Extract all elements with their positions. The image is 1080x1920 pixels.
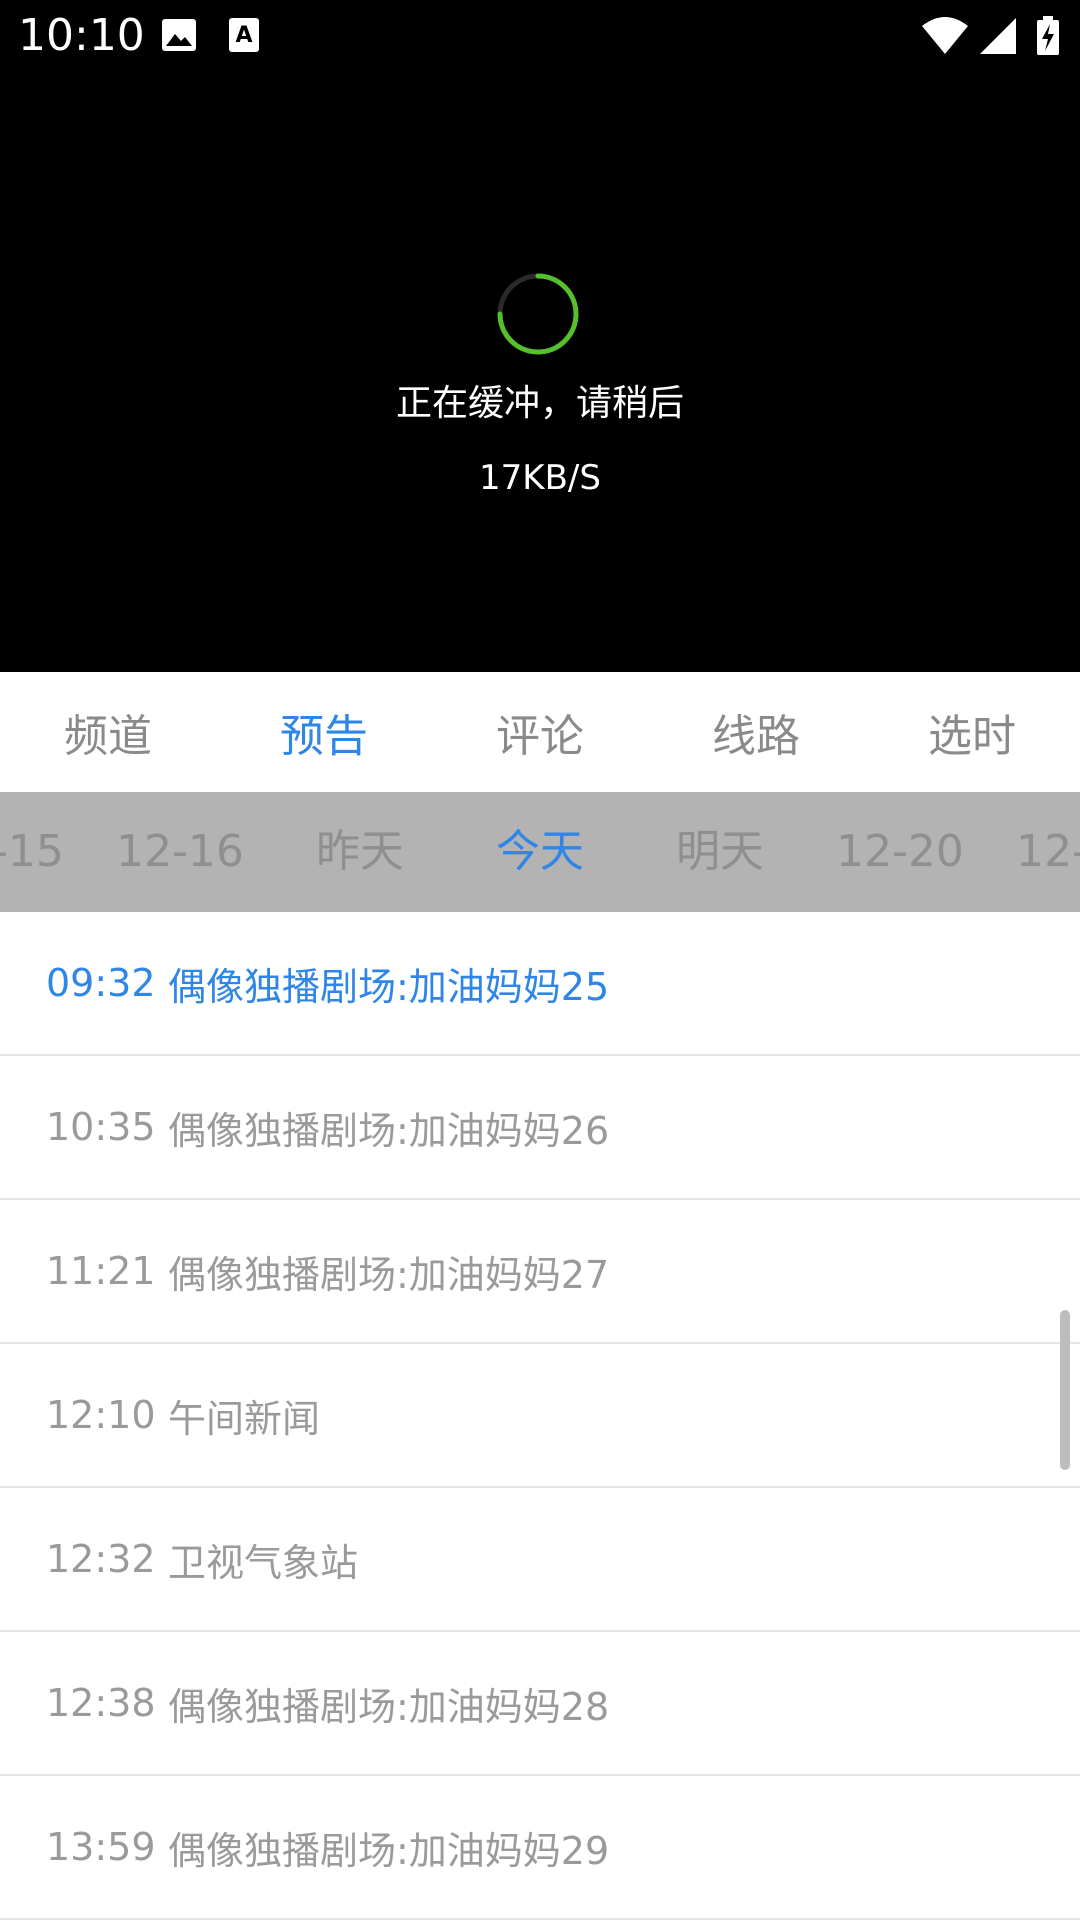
date-item-today[interactable]: 今天 — [496, 792, 584, 912]
signal-icon — [980, 18, 1016, 54]
download-speed: 17KB/S — [479, 458, 601, 498]
program-row[interactable]: 11:21 偶像独播剧场:加油妈妈27 — [0, 1200, 1080, 1344]
buffering-message: 正在缓冲，请稍后 — [395, 383, 684, 424]
gallery-icon — [162, 19, 196, 51]
battery-charging-icon — [1037, 16, 1059, 55]
program-row[interactable]: 12:32 卫视气象站 — [0, 1488, 1080, 1632]
program-row[interactable]: 12:38 偶像独播剧场:加油妈妈28 — [0, 1632, 1080, 1776]
tab-time-select[interactable]: 选时 — [864, 672, 1080, 792]
program-title: 午间新闻 — [168, 1396, 321, 1441]
tab-schedule[interactable]: 预告 — [216, 672, 432, 792]
program-title: 偶像独播剧场:加油妈妈25 — [168, 964, 610, 1009]
program-title: 偶像独播剧场:加油妈妈28 — [168, 1684, 610, 1729]
date-item-tomorrow[interactable]: 明天 — [676, 792, 764, 912]
program-time: 12:38 — [46, 1681, 156, 1725]
date-item-12-15[interactable]: 12-15 — [0, 792, 64, 912]
buffering-spinner-icon — [497, 273, 579, 355]
program-time: 12:32 — [46, 1537, 156, 1581]
program-row[interactable]: 13:59 偶像独播剧场:加油妈妈29 — [0, 1776, 1080, 1920]
program-title: 偶像独播剧场:加油妈妈26 — [168, 1108, 610, 1153]
tab-channels[interactable]: 频道 — [0, 672, 216, 792]
program-time: 09:32 — [46, 961, 156, 1005]
program-row-current[interactable]: 09:32 偶像独播剧场:加油妈妈25 — [0, 912, 1080, 1056]
program-time: 10:35 — [46, 1105, 156, 1149]
program-time: 13:59 — [46, 1825, 156, 1869]
date-item-12-16[interactable]: 12-16 — [116, 792, 244, 912]
program-row[interactable]: 10:35 偶像独播剧场:加油妈妈26 — [0, 1056, 1080, 1200]
main-tabs: 频道 预告 评论 线路 选时 — [0, 672, 1080, 792]
program-time: 12:10 — [46, 1393, 156, 1437]
app-screen: 10:10 A 正在缓冲，请稍后 17KB/S 频道 预告 评论 线路 选时 1… — [0, 0, 1080, 1920]
tab-comments[interactable]: 评论 — [432, 672, 648, 792]
program-time: 11:21 — [46, 1249, 156, 1293]
status-bar: 10:10 A — [0, 0, 1080, 72]
program-title: 卫视气象站 — [168, 1540, 359, 1585]
svg-text:A: A — [235, 23, 252, 48]
text-a-icon: A — [229, 18, 259, 52]
date-strip[interactable]: 12-15 12-16 昨天 今天 明天 12-20 12-21 — [0, 792, 1080, 912]
status-time: 10:10 — [18, 10, 145, 61]
list-scrollbar[interactable] — [1060, 1310, 1070, 1470]
date-item-12-20[interactable]: 12-20 — [836, 792, 964, 912]
program-title: 偶像独播剧场:加油妈妈27 — [168, 1252, 610, 1297]
tab-lines[interactable]: 线路 — [648, 672, 864, 792]
program-list[interactable]: 09:32 偶像独播剧场:加油妈妈25 10:35 偶像独播剧场:加油妈妈26 … — [0, 912, 1080, 1920]
date-item-yesterday[interactable]: 昨天 — [316, 792, 404, 912]
program-row[interactable]: 12:10 午间新闻 — [0, 1344, 1080, 1488]
wifi-icon — [922, 17, 968, 54]
video-player[interactable]: 10:10 A 正在缓冲，请稍后 17KB/S — [0, 0, 1080, 672]
program-title: 偶像独播剧场:加油妈妈29 — [168, 1828, 610, 1873]
date-item-12-21[interactable]: 12-21 — [1016, 792, 1080, 912]
